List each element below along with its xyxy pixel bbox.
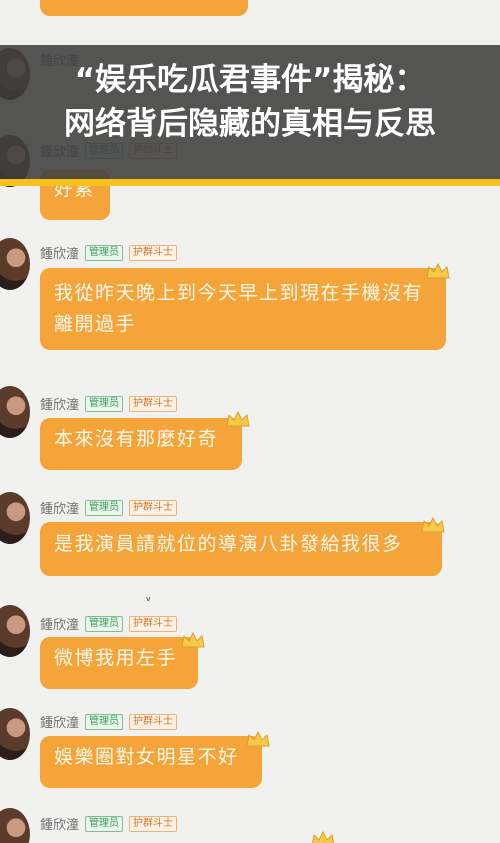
sender-name: 鍾欣潼: [40, 716, 80, 731]
guard-badge: 护群斗士: [129, 499, 178, 516]
message-bubble[interactable]: 我從昨天晚上到今天早上到現在手機沒有離開過手: [40, 268, 446, 350]
message-meta: 鍾欣潼 管理员 护群斗士: [40, 814, 178, 833]
crown-icon: [312, 830, 334, 843]
banner-title-line1: “娱乐吃瓜君事件”揭秘：: [74, 62, 426, 98]
message-text: 我從昨天晚上到今天早上到現在手機沒有離開過手: [54, 282, 424, 335]
guard-badge: 护群斗士: [129, 244, 178, 261]
crown-icon: [426, 262, 450, 279]
message-bubble[interactable]: 是我演員請就位的導演八卦發給我很多: [40, 522, 442, 576]
admin-badge: 管理员: [85, 499, 124, 516]
crown-icon: [421, 516, 445, 533]
crown-icon: [226, 410, 250, 427]
sender-name: 鍾欣潼: [40, 398, 80, 413]
sender-name: 鍾欣潼: [40, 502, 80, 517]
crown-icon: [181, 631, 205, 648]
banner-title: “娱乐吃瓜君事件”揭秘： 网络背后隐藏的真相与反思: [0, 58, 500, 146]
admin-badge: 管理员: [85, 395, 124, 412]
crown-icon: [246, 730, 270, 747]
avatar[interactable]: [0, 238, 30, 290]
message-bubble[interactable]: 娛樂圈對女明星不好: [40, 736, 262, 788]
message-meta: 鍾欣潼 管理员 护群斗士: [40, 498, 178, 517]
banner-title-line2: 网络背后隐藏的真相与反思: [64, 106, 436, 142]
message-meta: 鍾欣潼 管理员 护群斗士: [40, 243, 178, 262]
sender-name: 鍾欣潼: [40, 247, 80, 262]
avatar[interactable]: [0, 808, 30, 843]
avatar[interactable]: [0, 386, 30, 438]
message-text: 本來沒有那麼好奇: [54, 428, 219, 450]
avatar[interactable]: [0, 605, 30, 657]
message-meta: 鍾欣潼 管理员 护群斗士: [40, 712, 178, 731]
mark: ᵥ: [146, 590, 152, 604]
admin-badge: 管理员: [85, 244, 124, 261]
admin-badge: 管理员: [85, 815, 124, 832]
sender-name: 鍾欣潼: [40, 618, 80, 633]
message-meta: 鍾欣潼 管理员 护群斗士: [40, 394, 178, 413]
message-meta: 鍾欣潼 管理员 护群斗士: [40, 614, 178, 633]
guard-badge: 护群斗士: [129, 615, 178, 632]
admin-badge: 管理员: [85, 713, 124, 730]
message-text: 微博我用左手: [54, 647, 178, 669]
avatar[interactable]: [0, 708, 30, 760]
guard-badge: 护群斗士: [129, 713, 178, 730]
message-text: 娛樂圈對女明星不好: [54, 746, 239, 768]
message-bubble-partial[interactable]: [40, 0, 248, 16]
message-text: 是我演員請就位的導演八卦發給我很多: [54, 533, 403, 555]
guard-badge: 护群斗士: [129, 395, 178, 412]
guard-badge: 护群斗士: [129, 815, 178, 832]
message-bubble[interactable]: 本來沒有那麼好奇: [40, 418, 242, 470]
avatar[interactable]: [0, 492, 30, 544]
sender-name: 鍾欣潼: [40, 818, 80, 833]
admin-badge: 管理员: [85, 615, 124, 632]
banner-stripe: [0, 179, 500, 186]
message-bubble[interactable]: 微博我用左手: [40, 637, 198, 689]
